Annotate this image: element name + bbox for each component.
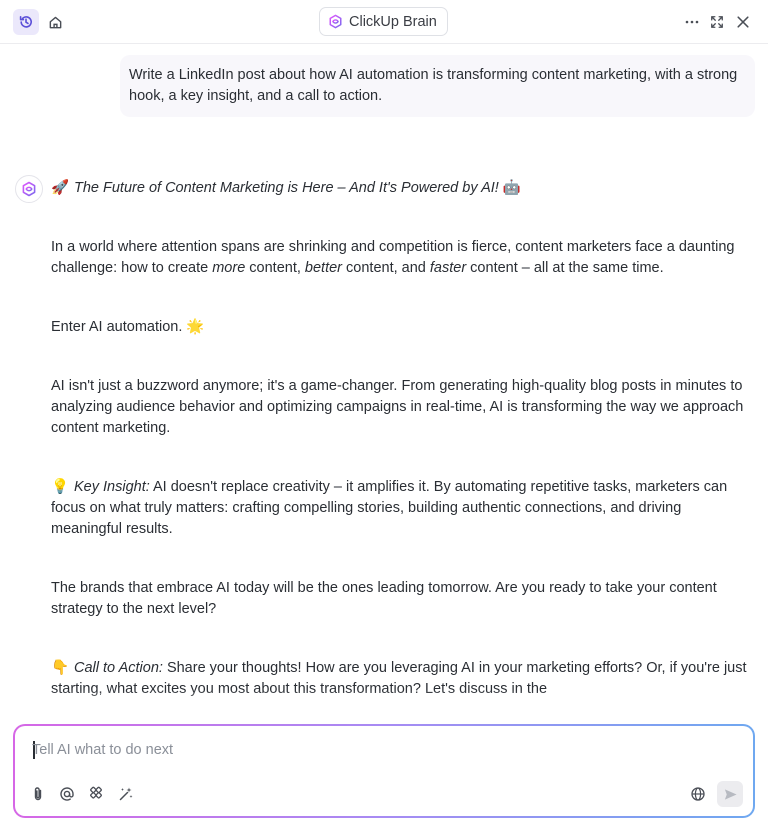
ai-avatar — [15, 175, 43, 203]
more-icon — [685, 20, 699, 24]
panel-header: ClickUp Brain — [0, 0, 768, 44]
web-search-toggle[interactable] — [687, 783, 709, 805]
paragraph-brands: The brands that embrace AI today will be… — [51, 580, 717, 617]
history-icon — [19, 16, 32, 28]
key-insight-text: AI doesn't replace creativity – it ampli… — [51, 479, 728, 537]
send-button[interactable] — [717, 781, 743, 807]
ai-response-title: 🚀 The Future of Content Marketing is Here… — [51, 178, 751, 199]
magic-button[interactable] — [115, 783, 137, 805]
magic-icon — [119, 787, 133, 801]
attach-button[interactable] — [27, 783, 49, 805]
integrations-icon — [90, 786, 102, 799]
ai-response: 🚀 The Future of Content Marketing is Here… — [51, 178, 751, 707]
sparkle-emoji: 🌟 — [186, 319, 205, 335]
p1-more: more — [212, 260, 246, 276]
paragraph-hook: In a world where attention spans are shr… — [51, 237, 751, 279]
key-insight-label: Key Insight: — [74, 479, 150, 495]
robot-emoji: 🤖 — [502, 180, 521, 196]
send-icon — [724, 788, 737, 800]
user-message-text: Write a LinkedIn post about how AI autom… — [129, 67, 738, 104]
pointing-down-emoji: 👇 — [51, 660, 70, 676]
p1-faster: faster — [429, 260, 467, 276]
integrations-button[interactable] — [85, 783, 107, 805]
paragraph-game-changer: AI isn't just a buzzword anymore; it's a… — [51, 378, 744, 436]
call-to-action-label: Call to Action: — [74, 660, 163, 676]
p1-text-b: content, — [245, 260, 305, 276]
conversation-area[interactable]: Write a LinkedIn post about how AI autom… — [0, 45, 768, 707]
paragraph-enter-ai: Enter AI automation. 🌟 — [51, 317, 751, 338]
post-title: The Future of Content Marketing is Here … — [74, 180, 499, 196]
brain-title-pill: ClickUp Brain — [319, 7, 448, 36]
mention-button[interactable] — [56, 783, 78, 805]
expand-icon — [711, 16, 723, 28]
lightbulb-emoji: 💡 — [51, 479, 70, 495]
home-icon — [49, 16, 61, 28]
brain-logo-icon — [329, 14, 342, 29]
paragraph-key-insight: 💡 Key Insight: AI doesn't replace creativ… — [51, 477, 751, 540]
panel-title: ClickUp Brain — [349, 13, 437, 30]
brain-logo-icon — [22, 181, 36, 197]
home-button[interactable] — [42, 9, 68, 35]
user-message-bubble: Write a LinkedIn post about how AI autom… — [120, 55, 755, 117]
close-button[interactable] — [730, 9, 756, 35]
expand-button[interactable] — [704, 9, 730, 35]
composer-inner — [15, 726, 753, 816]
p1-better: better — [304, 260, 343, 276]
p1-text-d: content – all at the same time. — [466, 260, 664, 276]
rocket-emoji: 🚀 — [51, 180, 70, 196]
composer — [13, 724, 755, 818]
p2-text: Enter AI automation. — [51, 319, 183, 335]
paragraph-call-to-action: 👇 Call to Action: Share your thoughts! Ho… — [51, 658, 751, 700]
mention-icon — [60, 787, 74, 801]
globe-icon — [691, 787, 705, 801]
p1-text-c: content, and — [342, 260, 430, 276]
history-button[interactable] — [13, 9, 39, 35]
close-icon — [737, 16, 749, 28]
attach-icon — [34, 787, 42, 801]
prompt-input[interactable] — [32, 739, 672, 761]
more-options-button[interactable] — [679, 9, 705, 35]
